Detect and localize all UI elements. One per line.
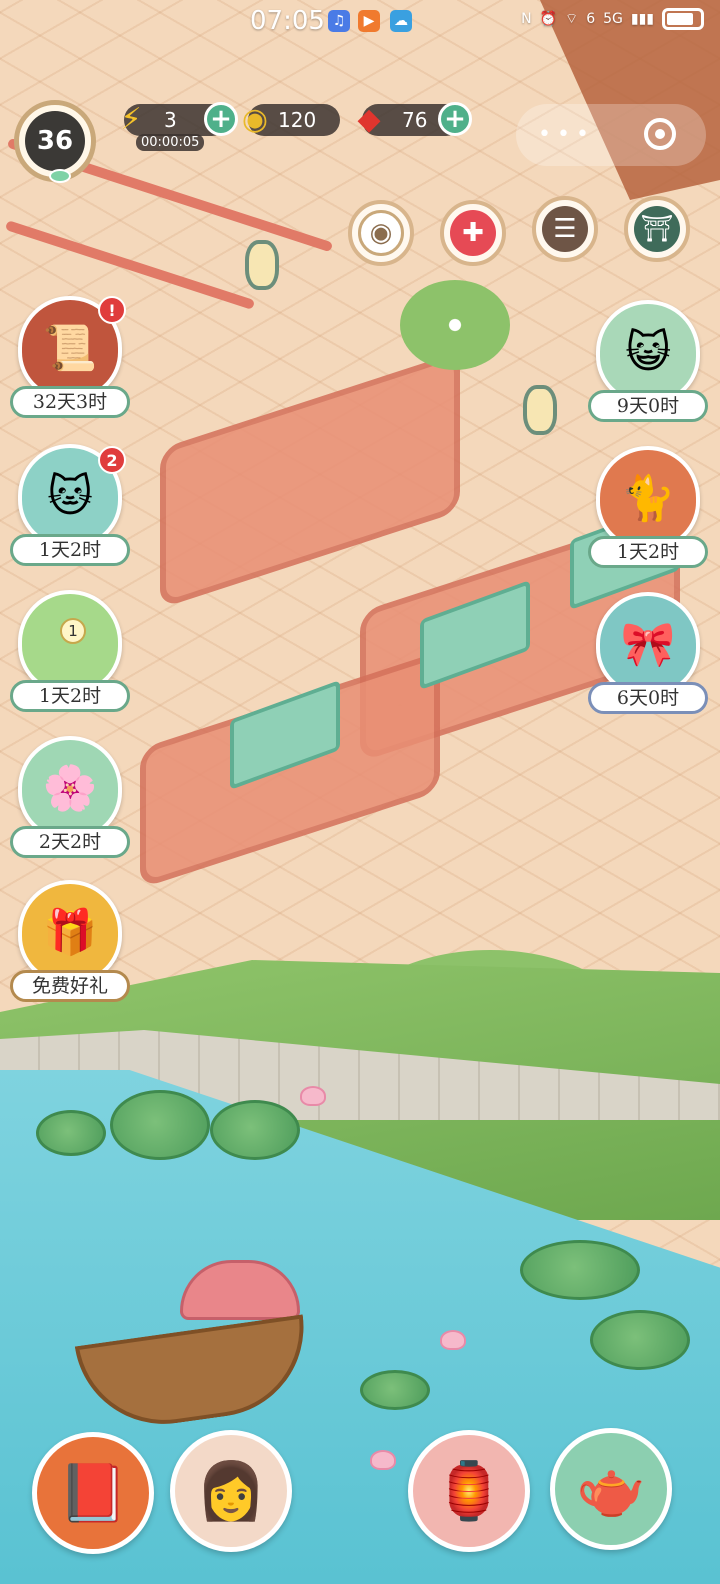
- lotus-flower: [440, 1330, 466, 1350]
- video-app-icon: ▶: [358, 10, 380, 32]
- status-bar: 07:05 ♫ ▶ ☁ N ⏰ ⌔ 6 5G ▮▮▮: [0, 0, 720, 42]
- more-dots-icon[interactable]: •••: [538, 122, 595, 147]
- lily-pad: [210, 1100, 300, 1160]
- market-stall-icon: 🏮: [434, 1459, 504, 1524]
- task-list-button[interactable]: ☰: [532, 196, 598, 262]
- event-right-2[interactable]: 🐈 1天2时: [588, 446, 708, 586]
- orb-count: 1: [60, 618, 86, 644]
- cat-giftbox-icon: 🎀: [596, 592, 700, 696]
- music-app-icon: ♫: [328, 10, 350, 32]
- energy-counter: ⚡ 3 +: [120, 102, 238, 137]
- journal-book-button[interactable]: 📕: [32, 1432, 154, 1554]
- add-energy-button[interactable]: +: [204, 102, 238, 136]
- alert-badge: !: [98, 296, 126, 324]
- event-left-3[interactable]: 1 1天2时: [10, 590, 130, 730]
- alarm-icon: ⏰: [539, 11, 558, 27]
- lily-pad: [520, 1240, 640, 1300]
- cat-face-icon: 😺: [596, 300, 700, 404]
- network-type: 5G: [603, 11, 623, 27]
- energy-value: 3: [164, 108, 177, 132]
- signal-strength: 6: [586, 11, 596, 27]
- event-timer: 2天2时: [10, 826, 130, 858]
- signal-bars-icon: ▮▮▮: [630, 11, 654, 27]
- lily-pad: [360, 1370, 430, 1410]
- lotus-flower: [300, 1086, 326, 1106]
- weather-app-icon: ☁: [390, 10, 412, 32]
- coin-counter: ◉ 120: [242, 102, 340, 137]
- event-timer: 9天0时: [588, 390, 708, 422]
- gold-ingot-icon: ⛩: [640, 214, 674, 244]
- add-gems-button[interactable]: +: [438, 102, 472, 136]
- event-left-2[interactable]: 🐱 2 1天2时: [10, 444, 130, 584]
- lady-portrait-icon: 👩: [196, 1459, 266, 1524]
- jade-gem-icon: [49, 169, 71, 183]
- gift-knot-icon: 🎁: [18, 880, 122, 984]
- view-button[interactable]: ◉: [348, 200, 414, 266]
- lily-pad: [36, 1110, 106, 1156]
- lily-pad: [590, 1310, 690, 1370]
- event-left-4[interactable]: 🌸 2天2时: [10, 736, 130, 876]
- lantern-post: [523, 385, 557, 435]
- coin-value: 120: [278, 108, 317, 132]
- character-button[interactable]: 👩: [170, 1430, 292, 1552]
- close-record-icon[interactable]: [644, 118, 676, 150]
- cat-fan-icon: 🐈: [596, 446, 700, 550]
- teapot-button[interactable]: 🫖: [550, 1428, 672, 1550]
- gamepad-icon: ✚: [462, 218, 484, 248]
- event-timer: 1天2时: [10, 680, 130, 712]
- energy-timer: 00:00:05: [136, 134, 205, 151]
- status-indicators: N ⏰ ⌔ 6 5G ▮▮▮: [521, 8, 704, 30]
- event-timer: 32天3时: [10, 386, 130, 418]
- event-timer: 1天2时: [588, 536, 708, 568]
- event-right-1[interactable]: 😺 9天0时: [588, 300, 708, 440]
- event-left-5[interactable]: 🎁 免费好礼: [10, 880, 130, 1020]
- shop-button[interactable]: ⛩: [624, 196, 690, 262]
- count-badge: 2: [98, 446, 126, 474]
- wifi-icon: ⌔: [565, 11, 579, 27]
- app-capsule[interactable]: •••: [516, 104, 706, 166]
- free-gift-label: 免费好礼: [10, 970, 130, 1002]
- battery-icon: [662, 8, 704, 30]
- list-icon: ☰: [553, 214, 577, 244]
- lily-pad: [110, 1090, 210, 1160]
- lotus-flower: [370, 1450, 396, 1470]
- teapot-bunny-icon: 🫖: [576, 1457, 646, 1522]
- coin-icon: ◉: [241, 101, 269, 137]
- player-level: 36: [36, 126, 74, 156]
- event-timer: 1天2时: [10, 534, 130, 566]
- event-left-1[interactable]: 📜 ! 32天3时: [10, 296, 130, 436]
- lantern-post: [245, 240, 279, 290]
- shop-stall-button[interactable]: 🏮: [408, 1430, 530, 1552]
- status-time: 07:05: [250, 6, 325, 36]
- gem-counter: ◆ 76 +: [357, 102, 472, 137]
- player-level-badge[interactable]: 36: [14, 100, 96, 183]
- nfc-icon: N: [521, 11, 532, 27]
- event-right-3[interactable]: 🎀 6天0时: [588, 592, 708, 732]
- flower-fairy-icon: 🌸: [18, 736, 122, 840]
- gem-value: 76: [402, 108, 428, 132]
- ruby-icon: ◆: [357, 101, 381, 137]
- eye-icon: ◉: [369, 218, 393, 248]
- minigame-button[interactable]: ✚: [440, 200, 506, 266]
- jasmine-bush: [400, 280, 510, 370]
- event-timer: 6天0时: [588, 682, 708, 714]
- red-book-icon: 📕: [58, 1461, 128, 1526]
